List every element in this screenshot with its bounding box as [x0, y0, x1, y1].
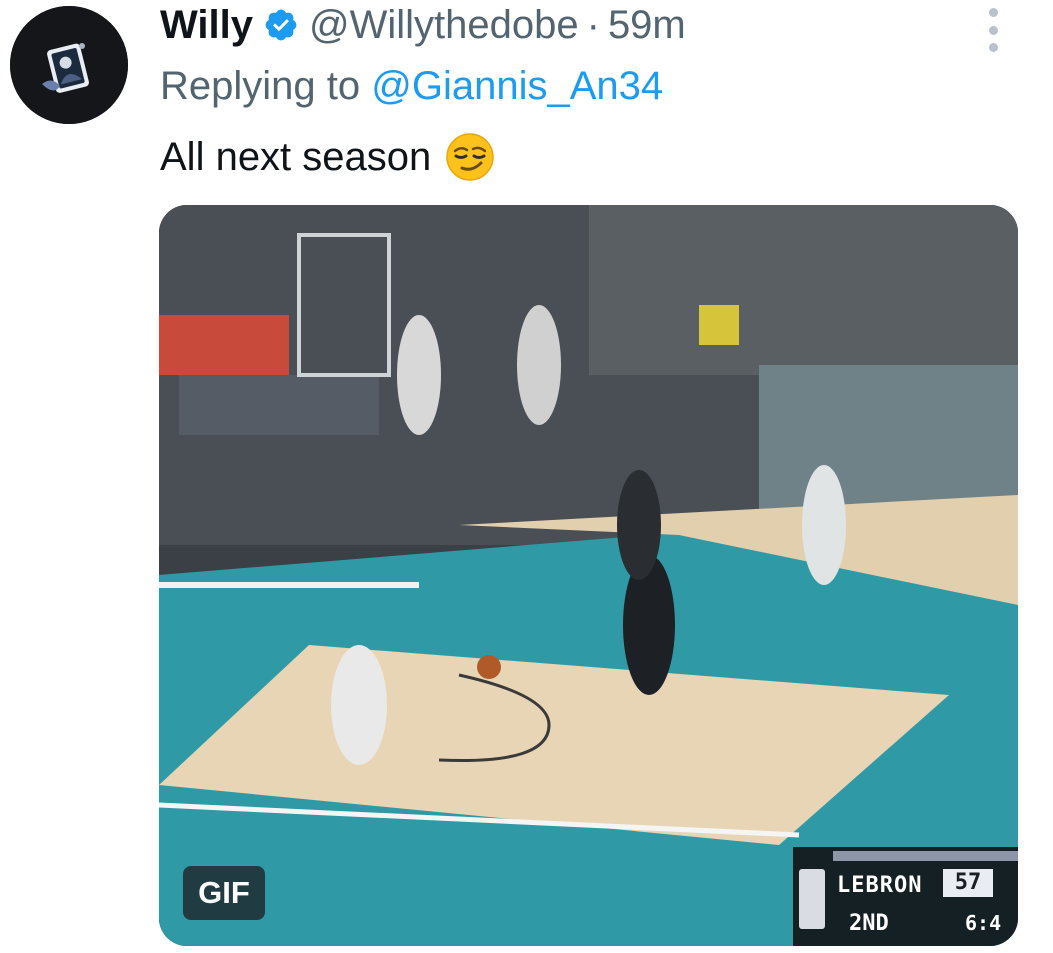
replying-prefix: Replying to — [160, 64, 372, 108]
replying-to: Replying to @Giannis_An34 — [160, 64, 663, 109]
smirking-face-emoji — [445, 132, 495, 182]
author-handle[interactable]: @Willythedobe — [309, 3, 579, 48]
scorebug-team: LEBRON — [837, 873, 923, 898]
gif-badge: GIF — [183, 866, 265, 920]
more-options-icon[interactable] — [978, 8, 1008, 52]
scorebug-strip — [833, 851, 1018, 861]
scorebug: LEBRON 57 2ND 6:4 — [793, 847, 1018, 946]
tweet-header: Willy @Willythedobe · 59m — [160, 0, 686, 50]
tweet-text: All next season — [160, 132, 495, 182]
reply-mention-link[interactable]: @Giannis_An34 — [371, 64, 663, 108]
scorebug-clock: 6:4 — [965, 911, 1002, 935]
timestamp[interactable]: 59m — [608, 3, 686, 48]
scorebug-period: 2ND — [849, 911, 889, 936]
scorebug-score: 57 — [943, 869, 993, 897]
tweet-body: All next season — [160, 134, 432, 179]
league-logo-icon — [799, 869, 825, 929]
separator-dot: · — [586, 2, 600, 47]
avatar[interactable] — [10, 6, 128, 124]
author-name[interactable]: Willy — [160, 3, 253, 48]
gif-media[interactable]: GIF LEBRON 57 2ND 6:4 — [159, 205, 1018, 946]
verified-badge-icon — [263, 7, 299, 43]
tweet: Willy @Willythedobe · 59m Replying to @G… — [0, 0, 1053, 953]
basketball-court-scene — [159, 205, 1018, 946]
